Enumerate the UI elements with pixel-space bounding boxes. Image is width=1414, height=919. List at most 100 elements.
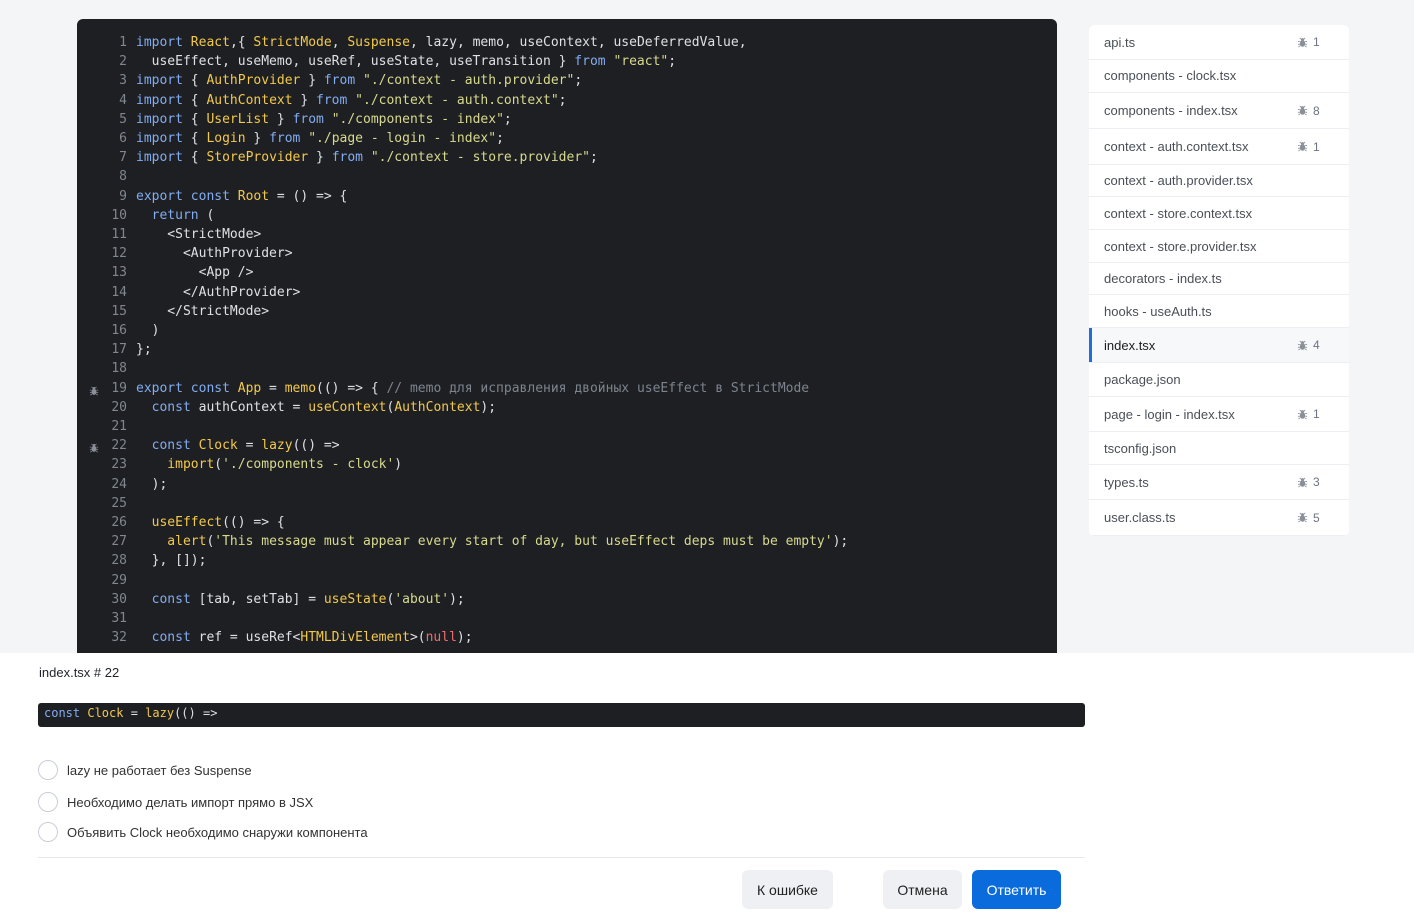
radio-button[interactable]	[38, 792, 58, 812]
line-code: import { Login } from "./page - login - …	[136, 129, 504, 148]
file-item[interactable]: tsconfig.json	[1089, 432, 1349, 465]
line-number: 1	[119, 35, 127, 50]
file-item[interactable]: context - store.provider.tsx	[1089, 230, 1349, 263]
line-number: 26	[111, 515, 127, 530]
bug-count-value: 8	[1313, 103, 1320, 118]
line-code: export const App = memo(() => { // memo …	[136, 379, 809, 398]
answer-option[interactable]: Необходимо делать импорт прямо в JSX	[38, 792, 313, 812]
file-item[interactable]: hooks - useAuth.ts	[1089, 295, 1349, 328]
file-item[interactable]: index.tsx 4	[1089, 328, 1349, 363]
bug-count: 1	[1297, 407, 1320, 421]
file-item[interactable]: api.ts 1	[1089, 25, 1349, 60]
code-token: "react"	[613, 54, 669, 70]
answer-option[interactable]: Объявить Clock необходимо снаружи компон…	[38, 822, 368, 842]
code-token: null	[425, 630, 457, 646]
file-item[interactable]: components - index.tsx 8	[1089, 93, 1349, 129]
code-token: useEffect, useMemo, useRef, useState, us…	[136, 54, 575, 70]
file-name: context - store.provider.tsx	[1104, 238, 1257, 254]
line-number: 25	[111, 495, 127, 511]
line-number: 7	[119, 150, 127, 166]
code-line: 27 alert('This message must appear every…	[77, 532, 1057, 551]
code-line: 16 )	[77, 321, 1057, 340]
code-token: const	[44, 706, 88, 720]
code-token: ;	[503, 111, 512, 127]
code-line: 21	[77, 417, 1057, 436]
line-number: 32	[111, 630, 127, 646]
code-token: = () => {	[269, 188, 348, 204]
line-number: 2	[119, 54, 127, 70]
line-code: import { AuthProvider } from "./context …	[136, 71, 582, 90]
file-item[interactable]: package.json	[1089, 363, 1349, 397]
code-token: (() =>	[292, 438, 340, 454]
code-line: 12 <AuthProvider>	[77, 244, 1057, 263]
code-line: 23 import('./components - clock')	[77, 455, 1057, 474]
file-name: tsconfig.json	[1104, 440, 1177, 456]
code-line: 11 <StrictMode>	[77, 225, 1057, 244]
code-token: from	[331, 150, 371, 166]
bug-count-value: 1	[1313, 35, 1320, 49]
code-line: 25	[77, 494, 1057, 513]
code-line: 30 const [tab, setTab] = useState('about…	[77, 590, 1057, 609]
file-item[interactable]: components - clock.tsx	[1089, 59, 1349, 93]
code-token: const	[136, 438, 199, 454]
code-token: "./page - login - index"	[308, 131, 497, 146]
bug-count-value: 3	[1313, 475, 1320, 489]
code-token: import	[136, 131, 191, 146]
bug-count-value: 4	[1313, 338, 1320, 352]
radio-button[interactable]	[38, 822, 58, 842]
code-token: "./components - index"	[331, 111, 504, 127]
code-token: }, []);	[136, 553, 207, 569]
code-token: }	[308, 150, 332, 166]
report-error-button[interactable]: К ошибке	[742, 870, 833, 909]
answer-option[interactable]: lazy не работает без Suspense	[38, 760, 252, 780]
file-item[interactable]: decorators - index.ts	[1089, 263, 1349, 295]
code-token: (	[206, 207, 215, 223]
bug-count-value: 1	[1313, 407, 1320, 421]
code-token: export const	[136, 188, 238, 204]
code-token: [tab, setTab] =	[198, 591, 324, 607]
line-code: import('./components - clock')	[136, 455, 402, 474]
file-item[interactable]: user.class.ts 5	[1089, 500, 1349, 536]
code-token: }	[292, 92, 317, 108]
question-reference: index.tsx # 22	[39, 665, 120, 680]
code-token: from	[574, 54, 614, 70]
code-line: 9 export const Root = () => {	[77, 187, 1057, 206]
answer-button[interactable]: Ответить	[972, 870, 1061, 909]
line-code: <AuthProvider>	[136, 244, 293, 263]
code-token: lazy	[261, 438, 293, 454]
code-token: >(	[409, 630, 426, 646]
code-line: 7 import { StoreProvider } from "./contex…	[77, 148, 1057, 167]
line-number: 8	[119, 169, 127, 185]
file-item[interactable]: types.ts 3	[1089, 465, 1349, 500]
code-token: AuthProvider	[206, 73, 301, 89]
code-token: }	[269, 111, 293, 127]
code-token: HTMLDivElement	[300, 630, 410, 646]
code-token: import	[136, 457, 215, 473]
line-code: <StrictMode>	[136, 225, 261, 244]
line-number: 17	[111, 342, 127, 358]
file-name: hooks - useAuth.ts	[1104, 303, 1212, 319]
line-number: 29	[111, 572, 127, 588]
file-item[interactable]: page - login - index.tsx 1	[1089, 397, 1349, 432]
bug-count: 1	[1297, 140, 1320, 154]
file-name: user.class.ts	[1104, 510, 1176, 525]
code-token: "./context - store.provider"	[370, 150, 590, 166]
code-token: './components - clock'	[222, 457, 395, 473]
file-item[interactable]: context - store.context.tsx	[1089, 197, 1349, 230]
bug-count: 3	[1297, 475, 1320, 489]
line-number: 30	[111, 591, 127, 607]
file-item[interactable]: context - auth.provider.tsx	[1089, 165, 1349, 197]
radio-button[interactable]	[38, 760, 58, 780]
code-token: Clock	[198, 438, 238, 454]
line-number: 24	[111, 476, 127, 492]
code-token: , lazy, memo, useContext, useDeferredVal…	[409, 35, 747, 50]
file-item[interactable]: context - auth.context.tsx 1	[1089, 129, 1349, 165]
code-token: Root	[237, 188, 270, 204]
code-token: ;	[668, 54, 677, 70]
file-name: api.ts	[1104, 34, 1136, 50]
code-token: import	[136, 35, 191, 50]
option-label: lazy не работает без Suspense	[67, 762, 252, 778]
line-number: 28	[111, 553, 127, 569]
bug-icon	[1297, 105, 1308, 116]
cancel-button[interactable]: Отмена	[883, 870, 962, 909]
